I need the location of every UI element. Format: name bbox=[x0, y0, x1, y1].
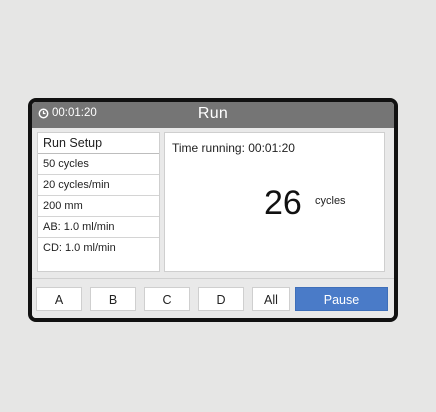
button-a[interactable]: A bbox=[36, 287, 82, 311]
run-setup-panel: Run Setup 50 cycles 20 cycles/min 200 mm… bbox=[37, 132, 160, 272]
setup-item-flow-cd: CD: 1.0 ml/min bbox=[43, 242, 116, 254]
button-bar: A B C D All Pause bbox=[32, 278, 394, 318]
pause-button[interactable]: Pause bbox=[295, 287, 388, 311]
button-c[interactable]: C bbox=[144, 287, 190, 311]
cycle-count: 26 bbox=[264, 184, 302, 222]
screen-title: Run bbox=[197, 105, 229, 122]
setup-item-rate: 20 cycles/min bbox=[38, 175, 159, 196]
button-b[interactable]: B bbox=[90, 287, 136, 311]
run-status-panel: Time running: 00:01:20 26 cycles bbox=[164, 132, 385, 272]
device-screen: 00:01:20 Run Run Setup 50 cycles 20 cycl… bbox=[28, 98, 398, 322]
content-area: Run Setup 50 cycles 20 cycles/min 200 mm… bbox=[32, 128, 394, 278]
run-setup-header: Run Setup bbox=[38, 133, 159, 154]
setup-item-cycles: 50 cycles bbox=[38, 154, 159, 175]
title-bar: 00:01:20 Run bbox=[32, 102, 394, 128]
setup-item-distance: 200 mm bbox=[38, 196, 159, 217]
setup-item-flow-ab: AB: 1.0 ml/min bbox=[38, 217, 159, 238]
cycle-unit: cycles bbox=[315, 195, 346, 207]
button-d[interactable]: D bbox=[198, 287, 244, 311]
time-running-label: Time running: 00:01:20 bbox=[172, 141, 295, 155]
button-all[interactable]: All bbox=[252, 287, 290, 311]
